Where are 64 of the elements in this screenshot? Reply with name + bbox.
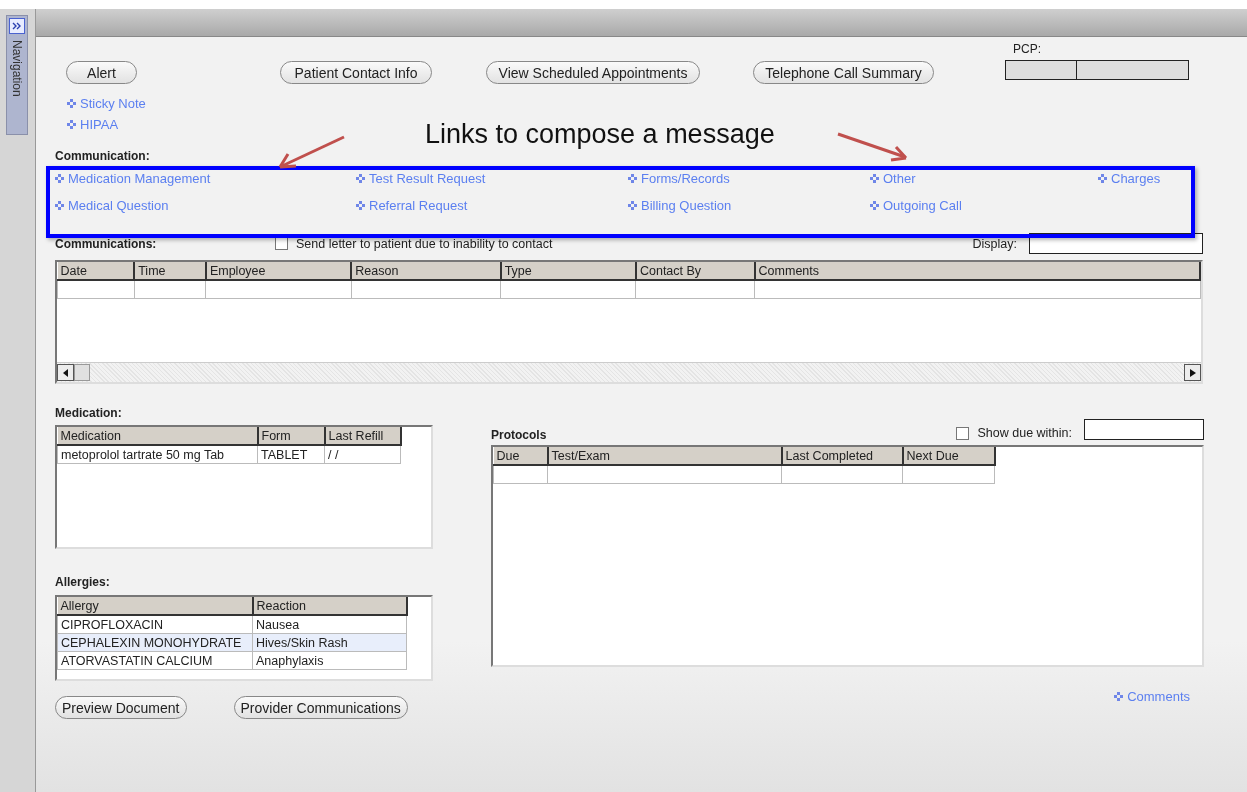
column-header[interactable]: Comments — [754, 262, 1200, 280]
column-header[interactable]: Form — [257, 427, 325, 445]
bullet-icon — [628, 174, 637, 183]
column-header[interactable]: Contact By — [635, 262, 755, 280]
bullet-icon — [55, 201, 64, 210]
column-header[interactable]: Test/Exam — [547, 447, 782, 465]
action-button[interactable]: Patient Contact Info — [280, 61, 432, 84]
column-header[interactable]: Medication — [57, 427, 258, 445]
section-title: Allergies: — [55, 575, 111, 589]
column-header[interactable]: Last Refill — [324, 427, 401, 445]
column-header[interactable]: Reaction — [252, 597, 407, 615]
navigation-label: Navigation — [10, 40, 24, 97]
section-title: Communications: — [55, 236, 158, 251]
scrollbar[interactable] — [57, 362, 1201, 382]
bullet-icon — [55, 174, 64, 183]
bullet-icon — [1098, 174, 1107, 183]
column-header[interactable]: Due — [493, 447, 548, 465]
action-button[interactable]: Preview Document — [55, 696, 187, 719]
navigation-tab[interactable]: Navigation — [6, 15, 28, 135]
bullet-icon — [1114, 692, 1124, 701]
bullet-icon — [67, 99, 76, 108]
table-cell: metoprolol tartrate 50 mg Tab — [61, 447, 225, 462]
column-header[interactable]: Date — [57, 262, 135, 280]
action-button[interactable]: Telephone Call Summary — [753, 61, 934, 84]
checkbox-label: Send letter to patient due to inability to contact — [296, 236, 553, 251]
bullet-icon — [67, 120, 76, 129]
column-header[interactable]: Reason — [351, 262, 501, 280]
due-within-field[interactable] — [1084, 419, 1204, 440]
bullet-icon — [356, 201, 365, 210]
section-title: Communication: — [55, 149, 151, 163]
table-cell: CIPROFLOXACIN — [61, 617, 164, 632]
section-title: Protocols — [491, 428, 547, 442]
annotation-text: Links to compose a message — [425, 119, 775, 150]
table-cell: Nausea — [256, 617, 300, 632]
scroll-thumb[interactable] — [74, 364, 90, 381]
scroll-left-icon[interactable] — [57, 364, 74, 381]
action-button[interactable]: View Scheduled Appointments — [486, 61, 700, 84]
table-cell: TABLET — [261, 447, 308, 462]
column-header[interactable]: Last Completed — [781, 447, 903, 465]
bullet-icon — [870, 201, 879, 210]
checkbox-label: Show due within: — [977, 426, 1072, 440]
table-cell: Hives/Skin Rash — [256, 635, 348, 650]
action-button[interactable]: Alert — [66, 61, 137, 84]
annotation-arrow — [278, 135, 345, 169]
column-header[interactable]: Next Due — [902, 447, 995, 465]
table-cell: / / — [328, 447, 339, 462]
checkbox[interactable] — [956, 427, 970, 440]
pcp-label: PCP: — [1013, 42, 1042, 56]
scroll-right-icon[interactable] — [1184, 364, 1201, 381]
column-header[interactable]: Allergy — [57, 597, 253, 615]
column-header[interactable]: Employee — [205, 262, 352, 280]
annotation-arrow — [837, 132, 908, 162]
expand-icon[interactable] — [9, 18, 25, 34]
bullet-icon — [628, 201, 637, 210]
column-header[interactable]: Time — [134, 262, 206, 280]
column-header[interactable]: Type — [500, 262, 636, 280]
table-cell: ATORVASTATIN CALCIUM — [61, 653, 213, 668]
section-title: Medication: — [55, 406, 123, 420]
table-cell: Anaphylaxis — [256, 653, 324, 668]
bullet-icon — [356, 174, 365, 183]
action-button[interactable]: Provider Communications — [233, 696, 408, 719]
display-label: Display: — [972, 236, 1017, 251]
table-cell: CEPHALEXIN MONOHYDRATE — [61, 635, 242, 650]
bullet-icon — [870, 174, 879, 183]
